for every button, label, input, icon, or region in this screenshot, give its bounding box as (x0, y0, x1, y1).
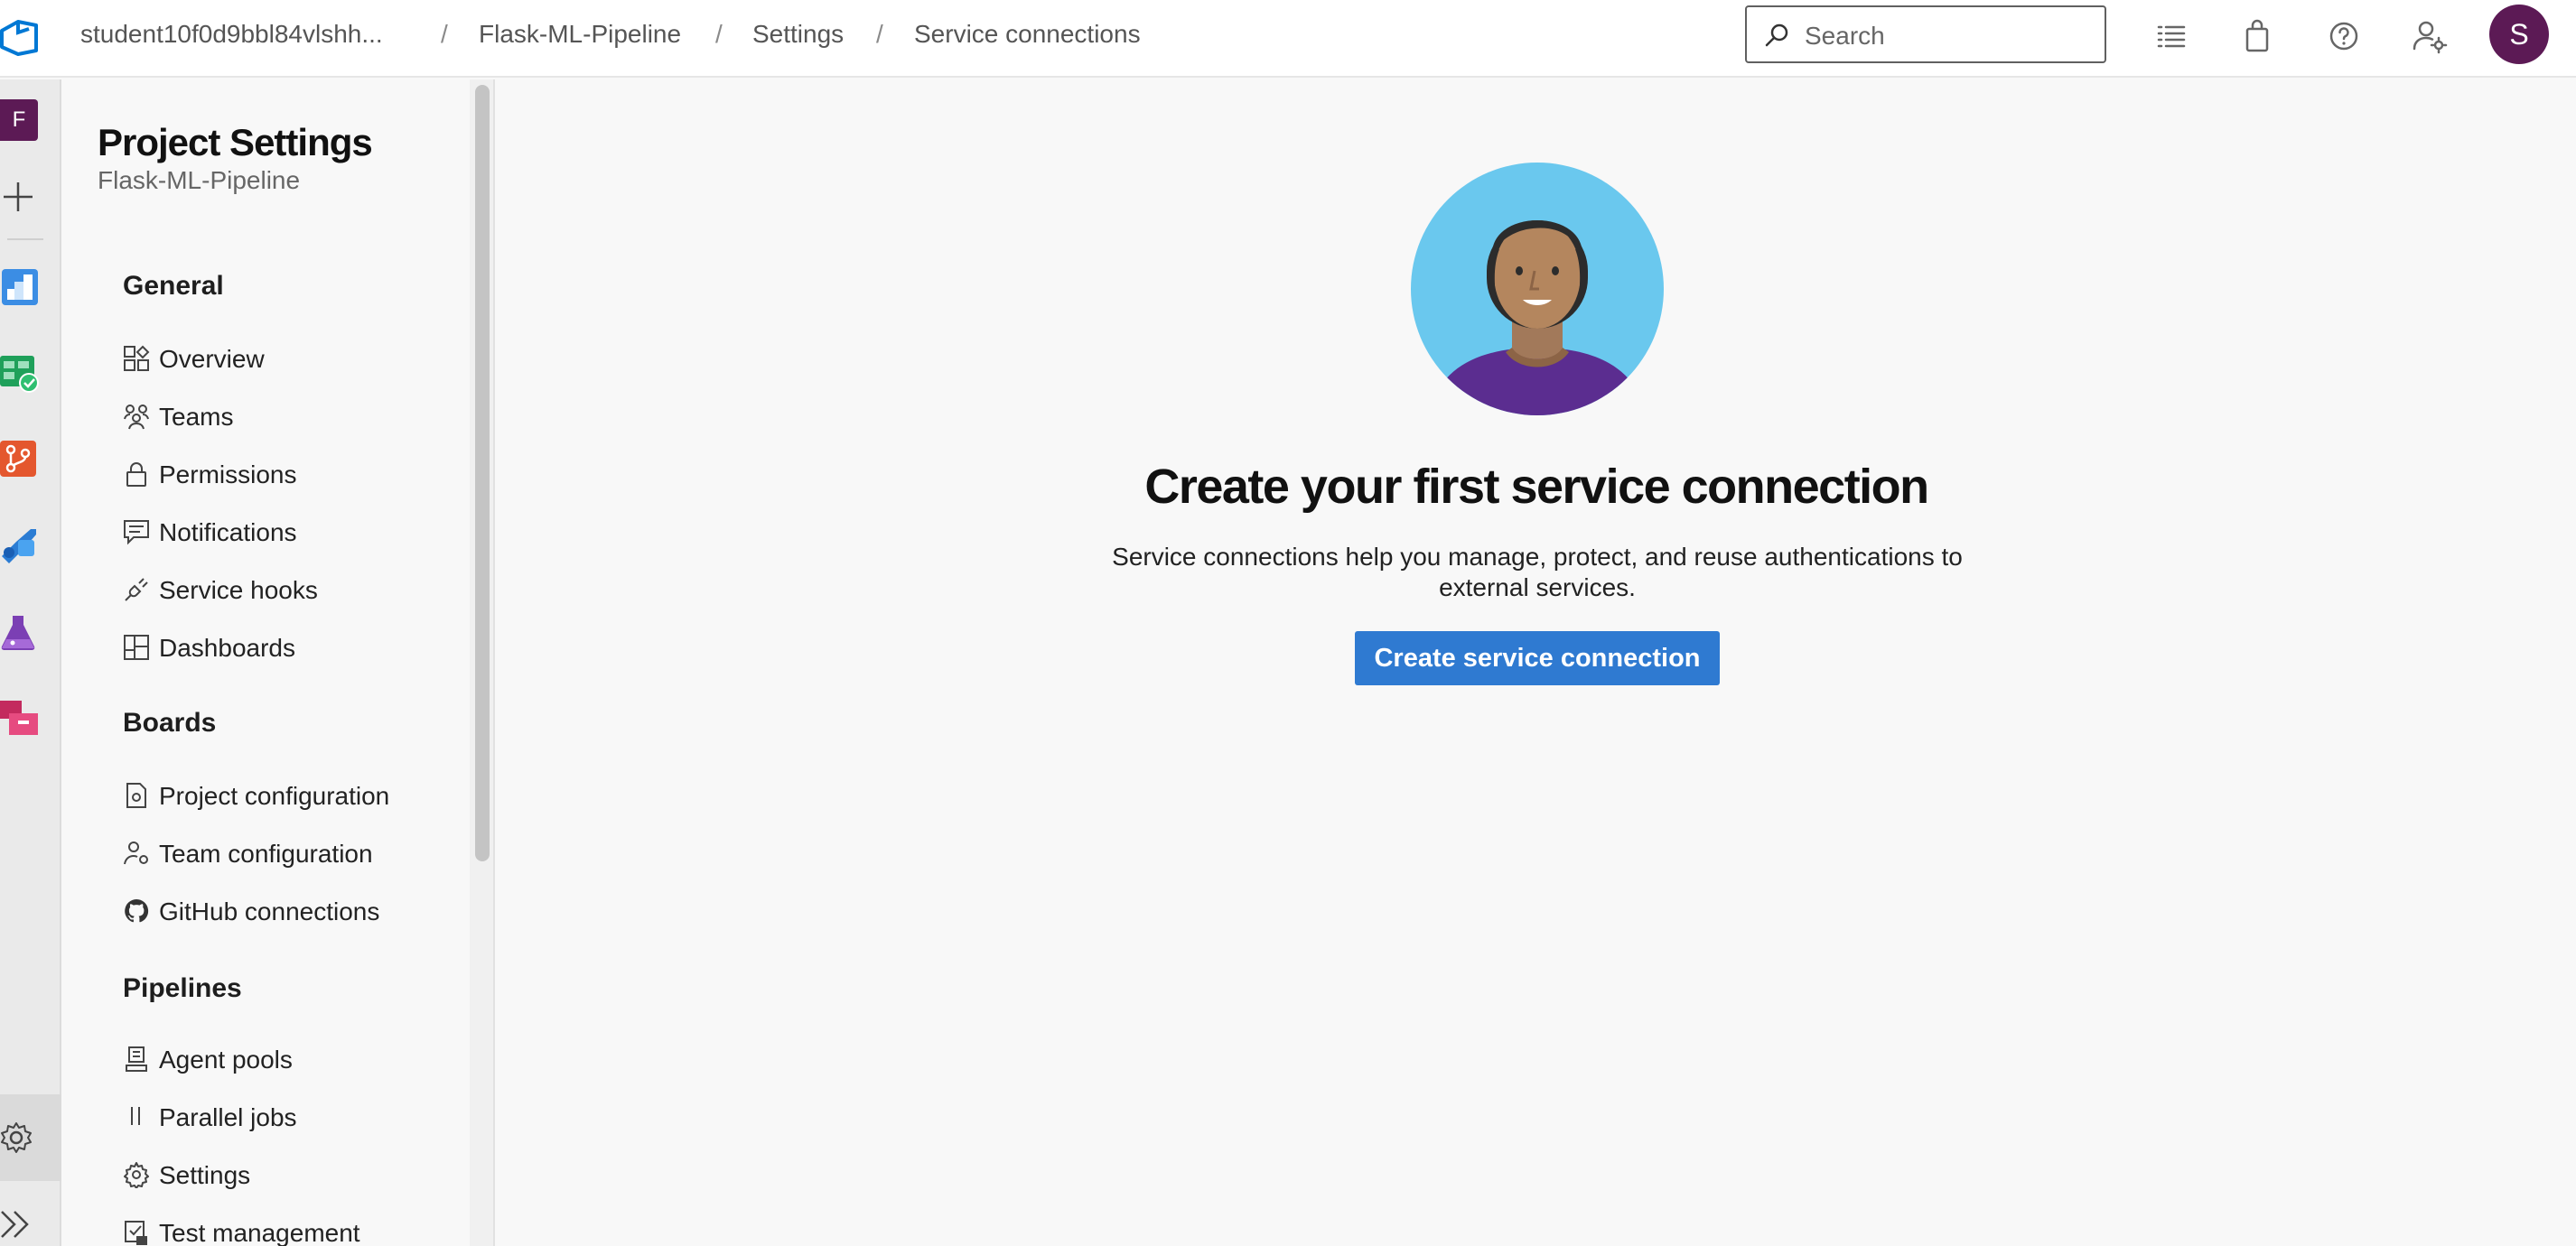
search-placeholder: Search (1805, 22, 1885, 50)
overview-icon (124, 345, 150, 371)
comment-icon (124, 520, 149, 545)
search-icon (1765, 23, 1788, 47)
nav-scrollbar[interactable] (470, 79, 495, 1246)
help-icon[interactable] (2326, 18, 2362, 54)
nav-item-label: Parallel jobs (159, 1103, 297, 1131)
nav-item-permissions[interactable]: Permissions (123, 457, 457, 497)
create-service-connection-button[interactable]: Create service connection (1355, 631, 1720, 685)
add-icon[interactable] (0, 177, 42, 219)
nav-item-label: Notifications (159, 518, 297, 546)
nav-item-overview[interactable]: Overview (123, 341, 457, 381)
breadcrumb-separator: / (715, 20, 723, 48)
task-list-icon[interactable] (2153, 18, 2189, 54)
nav-scrollbar-thumb[interactable] (475, 85, 490, 861)
breadcrumb-current[interactable]: Service connections (914, 20, 1141, 49)
test-plans-icon[interactable] (0, 612, 42, 654)
nav-item-settings[interactable]: Settings (123, 1158, 457, 1197)
teams-icon (124, 404, 149, 430)
nav-item-label: GitHub connections (159, 897, 380, 925)
breadcrumb-settings[interactable]: Settings (752, 20, 844, 49)
nav-item-label: Team configuration (159, 840, 373, 868)
nav-group-pipelines: Pipelines (123, 973, 242, 1003)
overview-icon[interactable] (0, 267, 42, 309)
user-avatar[interactable]: S (2489, 5, 2549, 64)
nav-item-notifications[interactable]: Notifications (123, 515, 457, 554)
nav-item-label: Dashboards (159, 634, 295, 662)
lock-icon (126, 462, 146, 487)
nav-item-github-connections[interactable]: GitHub connections (123, 894, 457, 934)
expand-chevrons-icon[interactable] (0, 1204, 42, 1246)
top-bar: student10f0d9bbl84vlshh... / Flask-ML-Pi… (0, 0, 2576, 78)
azure-devops-logo-icon[interactable] (0, 18, 40, 58)
nav-item-teams[interactable]: Teams (123, 399, 457, 439)
test-management-icon (125, 1221, 147, 1245)
nav-item-parallel-jobs[interactable]: Parallel jobs (123, 1100, 457, 1139)
github-icon (125, 898, 149, 923)
gear-icon (124, 1162, 149, 1188)
nav-item-service-hooks[interactable]: Service hooks (123, 572, 457, 612)
artifacts-icon[interactable] (0, 697, 42, 739)
project-config-icon (126, 783, 146, 808)
nav-item-label: Permissions (159, 460, 297, 488)
breadcrumb-project[interactable]: Flask-ML-Pipeline (479, 20, 681, 49)
nav-item-label: Settings (159, 1161, 251, 1189)
team-config-icon (124, 842, 148, 865)
settings-nav: Project Settings Flask-ML-Pipeline Gener… (63, 79, 468, 1246)
nav-item-dashboards[interactable]: Dashboards (123, 630, 457, 670)
settings-gear-icon[interactable] (0, 1118, 42, 1159)
agent-pool-icon (126, 1046, 147, 1072)
nav-item-label: Teams (159, 403, 234, 431)
nav-subtitle: Flask-ML-Pipeline (98, 166, 301, 194)
nav-item-label: Overview (159, 345, 265, 373)
breadcrumb-separator: / (441, 20, 448, 48)
dashboard-icon (124, 635, 149, 660)
pipelines-icon[interactable] (0, 525, 42, 567)
repos-icon[interactable] (0, 439, 42, 480)
nav-group-boards: Boards (123, 708, 217, 738)
nav-item-label: Test management (159, 1219, 360, 1246)
nav-item-project-configuration[interactable]: Project configuration (123, 778, 457, 818)
parallel-icon (131, 1107, 140, 1125)
plug-icon (125, 578, 148, 601)
marketplace-bag-icon[interactable] (2239, 18, 2275, 54)
empty-state-heading: Create your first service connection (1144, 460, 1929, 514)
nav-group-general: General (123, 271, 224, 301)
search-box[interactable]: Search (1745, 5, 2106, 63)
rail-divider (7, 238, 43, 240)
project-avatar[interactable]: F (0, 99, 38, 141)
nav-item-team-configuration[interactable]: Team configuration (123, 836, 457, 876)
nav-title: Project Settings (98, 121, 373, 163)
nav-item-label: Agent pools (159, 1046, 293, 1074)
nav-item-test-management[interactable]: Test management (123, 1215, 457, 1246)
breadcrumb-org[interactable]: student10f0d9bbl84vlshh... (80, 20, 383, 49)
left-rail: F (0, 79, 61, 1246)
boards-icon[interactable] (0, 352, 42, 394)
nav-item-label: Service hooks (159, 576, 318, 604)
empty-state-description: Service connections help you manage, pro… (1112, 543, 1963, 601)
person-illustration-icon (1411, 163, 1664, 415)
nav-item-agent-pools[interactable]: Agent pools (123, 1042, 457, 1082)
nav-item-label: Project configuration (159, 782, 390, 810)
breadcrumb-separator: / (876, 20, 883, 48)
user-settings-icon[interactable] (2412, 18, 2448, 54)
